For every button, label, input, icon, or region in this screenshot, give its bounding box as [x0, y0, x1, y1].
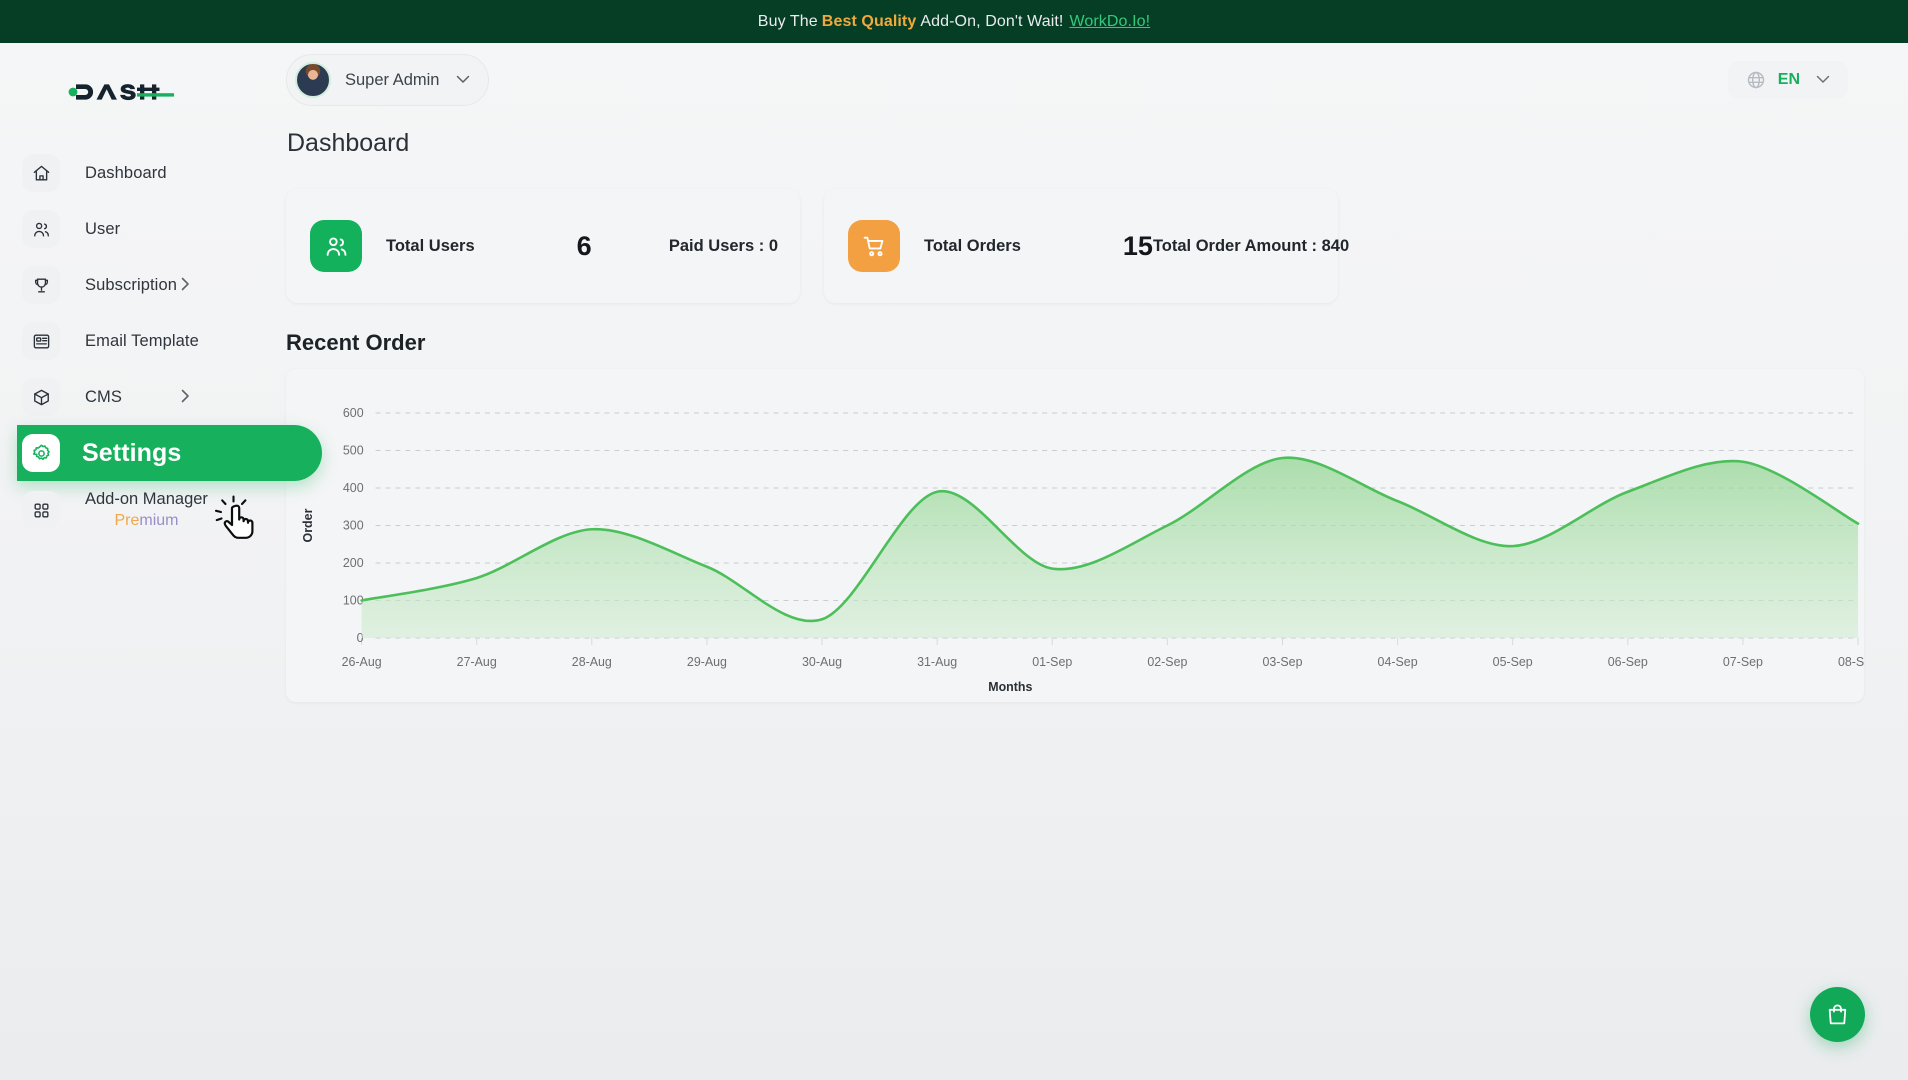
- chart-y-tick: 600: [343, 406, 364, 420]
- chart-x-tick: 06-Sep: [1608, 655, 1648, 669]
- sidebar-item-subscription[interactable]: Subscription: [0, 257, 286, 313]
- stat-label: Total Users: [386, 237, 475, 256]
- chart-x-tick: 01-Sep: [1032, 655, 1072, 669]
- main-content: Super Admin EN Dashboard: [286, 43, 1908, 1080]
- stat-value: 15: [1123, 231, 1153, 262]
- section-title-recent-order: Recent Order: [286, 330, 1864, 356]
- chevron-down-icon: [456, 73, 470, 87]
- chart-x-tick: 03-Sep: [1262, 655, 1302, 669]
- avatar: [295, 62, 331, 98]
- recent-order-chart-card: 0100200300400500600 26-Aug27-Aug28-Aug29…: [286, 369, 1864, 702]
- chart-x-tick: 27-Aug: [457, 655, 497, 669]
- promo-link[interactable]: WorkDo.Io!: [1069, 13, 1150, 31]
- promo-banner: Buy The Best Quality Add-On, Don't Wait!…: [0, 0, 1908, 43]
- chart-x-tick: 30-Aug: [802, 655, 842, 669]
- app-shell: Dashboard User Subscri: [0, 43, 1908, 1080]
- language-selector[interactable]: EN: [1728, 61, 1848, 99]
- sidebar-item-email-template[interactable]: Email Template: [0, 313, 286, 369]
- sidebar-item-label: Add-on Manager: [85, 488, 208, 510]
- sidebar-item-label: Email Template: [85, 332, 199, 351]
- stat-card-total-users: Total Users 6 Paid Users : 0: [286, 189, 800, 303]
- recent-order-area-chart[interactable]: 0100200300400500600 26-Aug27-Aug28-Aug29…: [286, 369, 1864, 702]
- promo-prefix: Buy The: [758, 13, 818, 31]
- shopping-bag-icon: [1825, 1002, 1850, 1027]
- user-menu-button[interactable]: Super Admin: [286, 54, 489, 106]
- chart-y-tick-labels: 0100200300400500600: [343, 406, 364, 645]
- sidebar-item-label: Settings: [82, 439, 181, 468]
- trophy-icon: [22, 266, 60, 304]
- stat-sub: Paid Users : 0: [669, 237, 778, 256]
- sidebar-item-dashboard[interactable]: Dashboard: [0, 145, 286, 201]
- addon-manager-labels: Add-on Manager Premium: [85, 488, 208, 532]
- sidebar-item-settings[interactable]: Settings: [17, 425, 322, 481]
- cart-icon: [848, 220, 900, 272]
- promo-middle: Add-On, Don't Wait!: [920, 13, 1063, 31]
- sidebar-item-user[interactable]: User: [0, 201, 286, 257]
- stat-card-total-orders: Total Orders 15 Total Order Amount : 840: [824, 189, 1338, 303]
- chart-x-tick: 07-Sep: [1723, 655, 1763, 669]
- language-value: EN: [1778, 71, 1800, 89]
- globe-icon: [1746, 70, 1766, 90]
- home-icon: [22, 154, 60, 192]
- sidebar-item-label: Subscription: [85, 276, 177, 295]
- stats-row: Total Users 6 Paid Users : 0 Total Order…: [286, 189, 1864, 303]
- chart-x-tick: 28-Aug: [572, 655, 612, 669]
- page-title: Dashboard: [287, 117, 1864, 158]
- chart-x-axis-title: Months: [988, 680, 1032, 694]
- box-icon: [22, 378, 60, 416]
- chart-x-tick-labels: 26-Aug 27-Aug 28-Aug 29-Aug 30-Aug 31-Aug 01-S…: [342, 655, 1864, 669]
- chart-y-tick: 500: [343, 443, 364, 457]
- chart-y-axis-title: Order: [301, 508, 315, 542]
- sidebar: Dashboard User Subscri: [0, 43, 286, 1080]
- chart-y-tick: 400: [343, 481, 364, 495]
- sidebar-item-label: User: [85, 220, 120, 239]
- chart-x-tick: 05-Sep: [1493, 655, 1533, 669]
- sidebar-nav: Dashboard User Subscri: [0, 145, 286, 539]
- chart-x-tick: 02-Sep: [1147, 655, 1187, 669]
- chevron-right-icon: [181, 277, 190, 293]
- user-name: Super Admin: [345, 71, 439, 90]
- users-icon: [22, 210, 60, 248]
- sidebar-item-label: CMS: [85, 388, 122, 407]
- gear-icon: [22, 434, 60, 472]
- grid-icon: [22, 491, 60, 529]
- premium-badge-pre: Pre: [114, 512, 139, 529]
- stat-value: 6: [577, 231, 592, 262]
- premium-badge-post: mium: [139, 512, 178, 529]
- email-template-icon: [22, 322, 60, 360]
- dash-logo-icon: [66, 77, 174, 107]
- chart-x-tick: 31-Aug: [917, 655, 957, 669]
- sidebar-item-cms[interactable]: CMS: [0, 369, 286, 425]
- stat-label: Total Orders: [924, 237, 1021, 256]
- chevron-down-icon: [1816, 73, 1830, 87]
- chart-x-tick: 08-Sep: [1838, 655, 1864, 669]
- sidebar-item-addon-manager[interactable]: Add-on Manager Premium: [0, 481, 286, 539]
- premium-badge: Premium: [85, 510, 208, 532]
- promo-highlight: Best Quality: [822, 13, 917, 31]
- chart-x-tick: 29-Aug: [687, 655, 727, 669]
- brand-logo[interactable]: [0, 55, 286, 129]
- chart-y-tick: 200: [343, 556, 364, 570]
- chart-x-tick: 04-Sep: [1378, 655, 1418, 669]
- stat-sub: Total Order Amount : 840: [1153, 237, 1349, 256]
- users-icon: [310, 220, 362, 272]
- shopping-bag-fab[interactable]: [1810, 987, 1865, 1042]
- chart-area-fill: [362, 458, 1858, 638]
- topbar: Super Admin EN: [286, 43, 1864, 117]
- sidebar-item-label: Dashboard: [85, 164, 167, 183]
- chart-y-tick: 300: [343, 518, 364, 532]
- chart-x-tick: 26-Aug: [342, 655, 382, 669]
- chevron-right-icon: [181, 389, 190, 405]
